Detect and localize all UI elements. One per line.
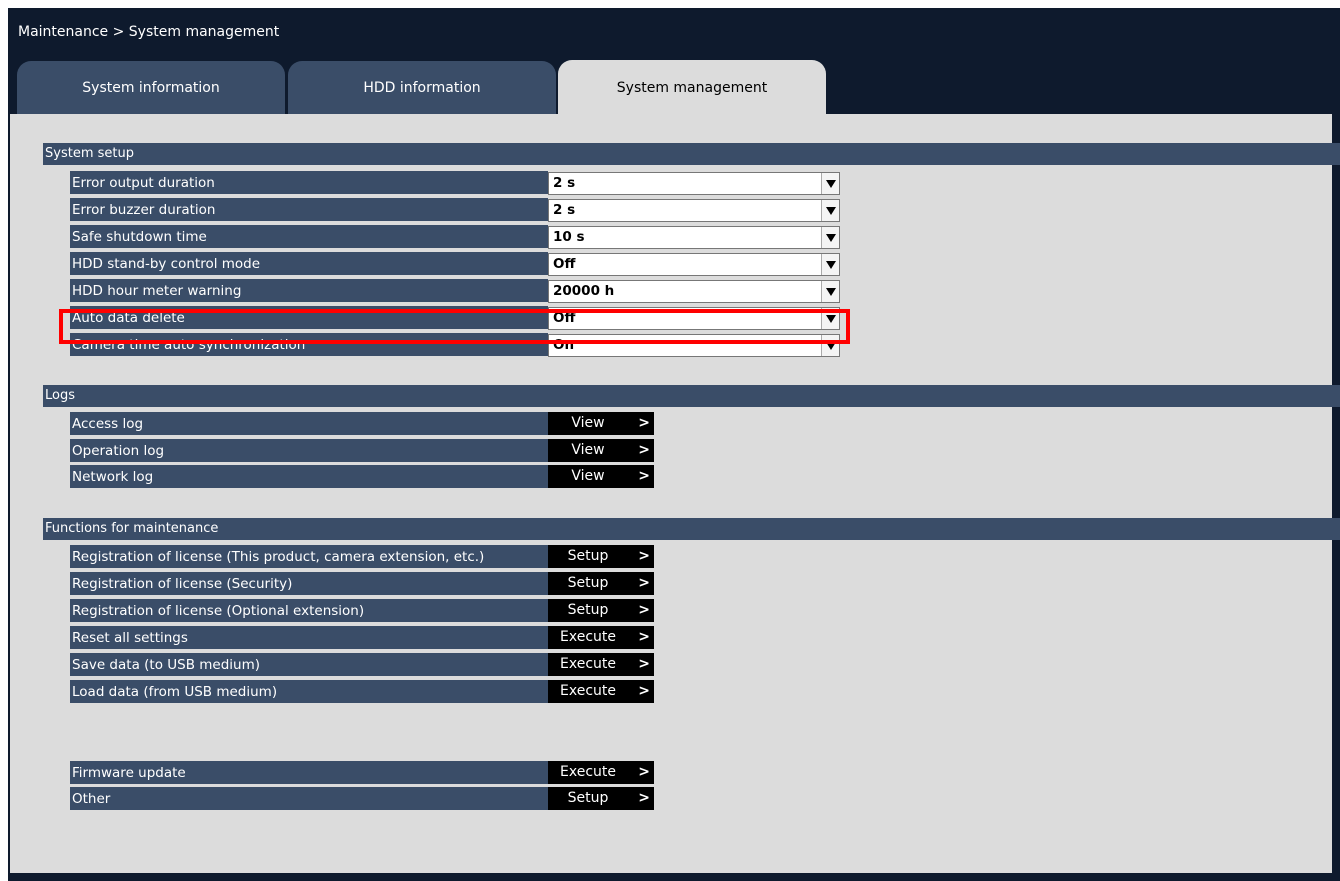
dropdown-arrow-icon[interactable] — [821, 335, 839, 356]
label-save-data: Save data (to USB medium) — [70, 653, 548, 678]
label-license-optional: Registration of license (Optional extens… — [70, 599, 548, 624]
tab-system-information[interactable]: System information — [17, 61, 285, 114]
chevron-right-icon: > — [638, 764, 650, 780]
section-header-logs: Logs — [43, 385, 1340, 407]
dropdown-arrow-icon[interactable] — [821, 227, 839, 248]
chevron-right-icon: > — [638, 468, 650, 484]
select-auto-data-delete[interactable]: Off — [548, 307, 840, 330]
chevron-right-icon: > — [638, 683, 650, 699]
dropdown-arrow-icon[interactable] — [821, 200, 839, 221]
select-value: Off — [553, 310, 576, 326]
dropdown-arrow-icon[interactable] — [821, 254, 839, 275]
label-camera-time-auto-sync: Camera time auto synchronization — [70, 333, 548, 358]
chevron-right-icon: > — [638, 415, 650, 431]
select-value: 20000 h — [553, 283, 615, 299]
dropdown-arrow-icon[interactable] — [821, 281, 839, 302]
select-hdd-hour-meter-warning[interactable]: 20000 h — [548, 280, 840, 303]
select-value: 2 s — [553, 175, 576, 191]
save-data-execute-button[interactable]: Execute > — [548, 653, 654, 676]
chevron-right-icon: > — [638, 656, 650, 672]
select-value: On — [553, 337, 575, 353]
access-log-view-button[interactable]: View > — [548, 412, 654, 435]
button-label: Setup — [567, 602, 609, 618]
label-load-data: Load data (from USB medium) — [70, 680, 548, 705]
select-value: 10 s — [553, 229, 585, 245]
operation-log-view-button[interactable]: View > — [548, 439, 654, 462]
label-error-buzzer-duration: Error buzzer duration — [70, 198, 548, 223]
label-license-security: Registration of license (Security) — [70, 572, 548, 597]
tab-system-management[interactable]: System management — [558, 60, 826, 116]
chevron-right-icon: > — [638, 629, 650, 645]
button-label: Setup — [567, 790, 609, 806]
license-product-setup-button[interactable]: Setup > — [548, 545, 654, 568]
other-setup-button[interactable]: Setup > — [548, 787, 654, 810]
label-access-log: Access log — [70, 412, 548, 437]
select-camera-time-auto-sync[interactable]: On — [548, 334, 840, 357]
button-label: View — [571, 415, 605, 431]
button-label: Execute — [560, 683, 616, 699]
label-hdd-standby-control-mode: HDD stand-by control mode — [70, 252, 548, 277]
button-label: Execute — [560, 764, 616, 780]
section-header-maintenance: Functions for maintenance — [43, 518, 1340, 540]
button-label: Setup — [567, 575, 609, 591]
select-error-output-duration[interactable]: 2 s — [548, 172, 840, 195]
dropdown-arrow-icon[interactable] — [821, 308, 839, 329]
label-hdd-hour-meter-warning: HDD hour meter warning — [70, 279, 548, 304]
button-label: Setup — [567, 548, 609, 564]
dropdown-arrow-icon[interactable] — [821, 173, 839, 194]
chevron-right-icon: > — [638, 442, 650, 458]
license-security-setup-button[interactable]: Setup > — [548, 572, 654, 595]
button-label: Execute — [560, 656, 616, 672]
label-reset-all-settings: Reset all settings — [70, 626, 548, 651]
firmware-update-execute-button[interactable]: Execute > — [548, 761, 654, 784]
load-data-execute-button[interactable]: Execute > — [548, 680, 654, 703]
button-label: Execute — [560, 629, 616, 645]
tab-hdd-information[interactable]: HDD information — [288, 61, 556, 114]
label-safe-shutdown-time: Safe shutdown time — [70, 225, 548, 250]
breadcrumb: Maintenance > System management — [18, 24, 280, 40]
label-firmware-update: Firmware update — [70, 761, 548, 786]
button-label: View — [571, 442, 605, 458]
label-operation-log: Operation log — [70, 439, 548, 464]
select-hdd-standby-control-mode[interactable]: Off — [548, 253, 840, 276]
select-value: Off — [553, 256, 576, 272]
select-error-buzzer-duration[interactable]: 2 s — [548, 199, 840, 222]
label-error-output-duration: Error output duration — [70, 171, 548, 196]
button-label: View — [571, 468, 605, 484]
select-value: 2 s — [553, 202, 576, 218]
chevron-right-icon: > — [638, 575, 650, 591]
network-log-view-button[interactable]: View > — [548, 465, 654, 488]
section-header-system-setup: System setup — [43, 143, 1340, 165]
label-license-product: Registration of license (This product, c… — [70, 545, 548, 570]
select-safe-shutdown-time[interactable]: 10 s — [548, 226, 840, 249]
chevron-right-icon: > — [638, 790, 650, 806]
label-other: Other — [70, 787, 548, 812]
license-optional-setup-button[interactable]: Setup > — [548, 599, 654, 622]
chevron-right-icon: > — [638, 548, 650, 564]
chevron-right-icon: > — [638, 602, 650, 618]
label-auto-data-delete: Auto data delete — [70, 306, 548, 331]
reset-all-settings-execute-button[interactable]: Execute > — [548, 626, 654, 649]
label-network-log: Network log — [70, 465, 548, 490]
